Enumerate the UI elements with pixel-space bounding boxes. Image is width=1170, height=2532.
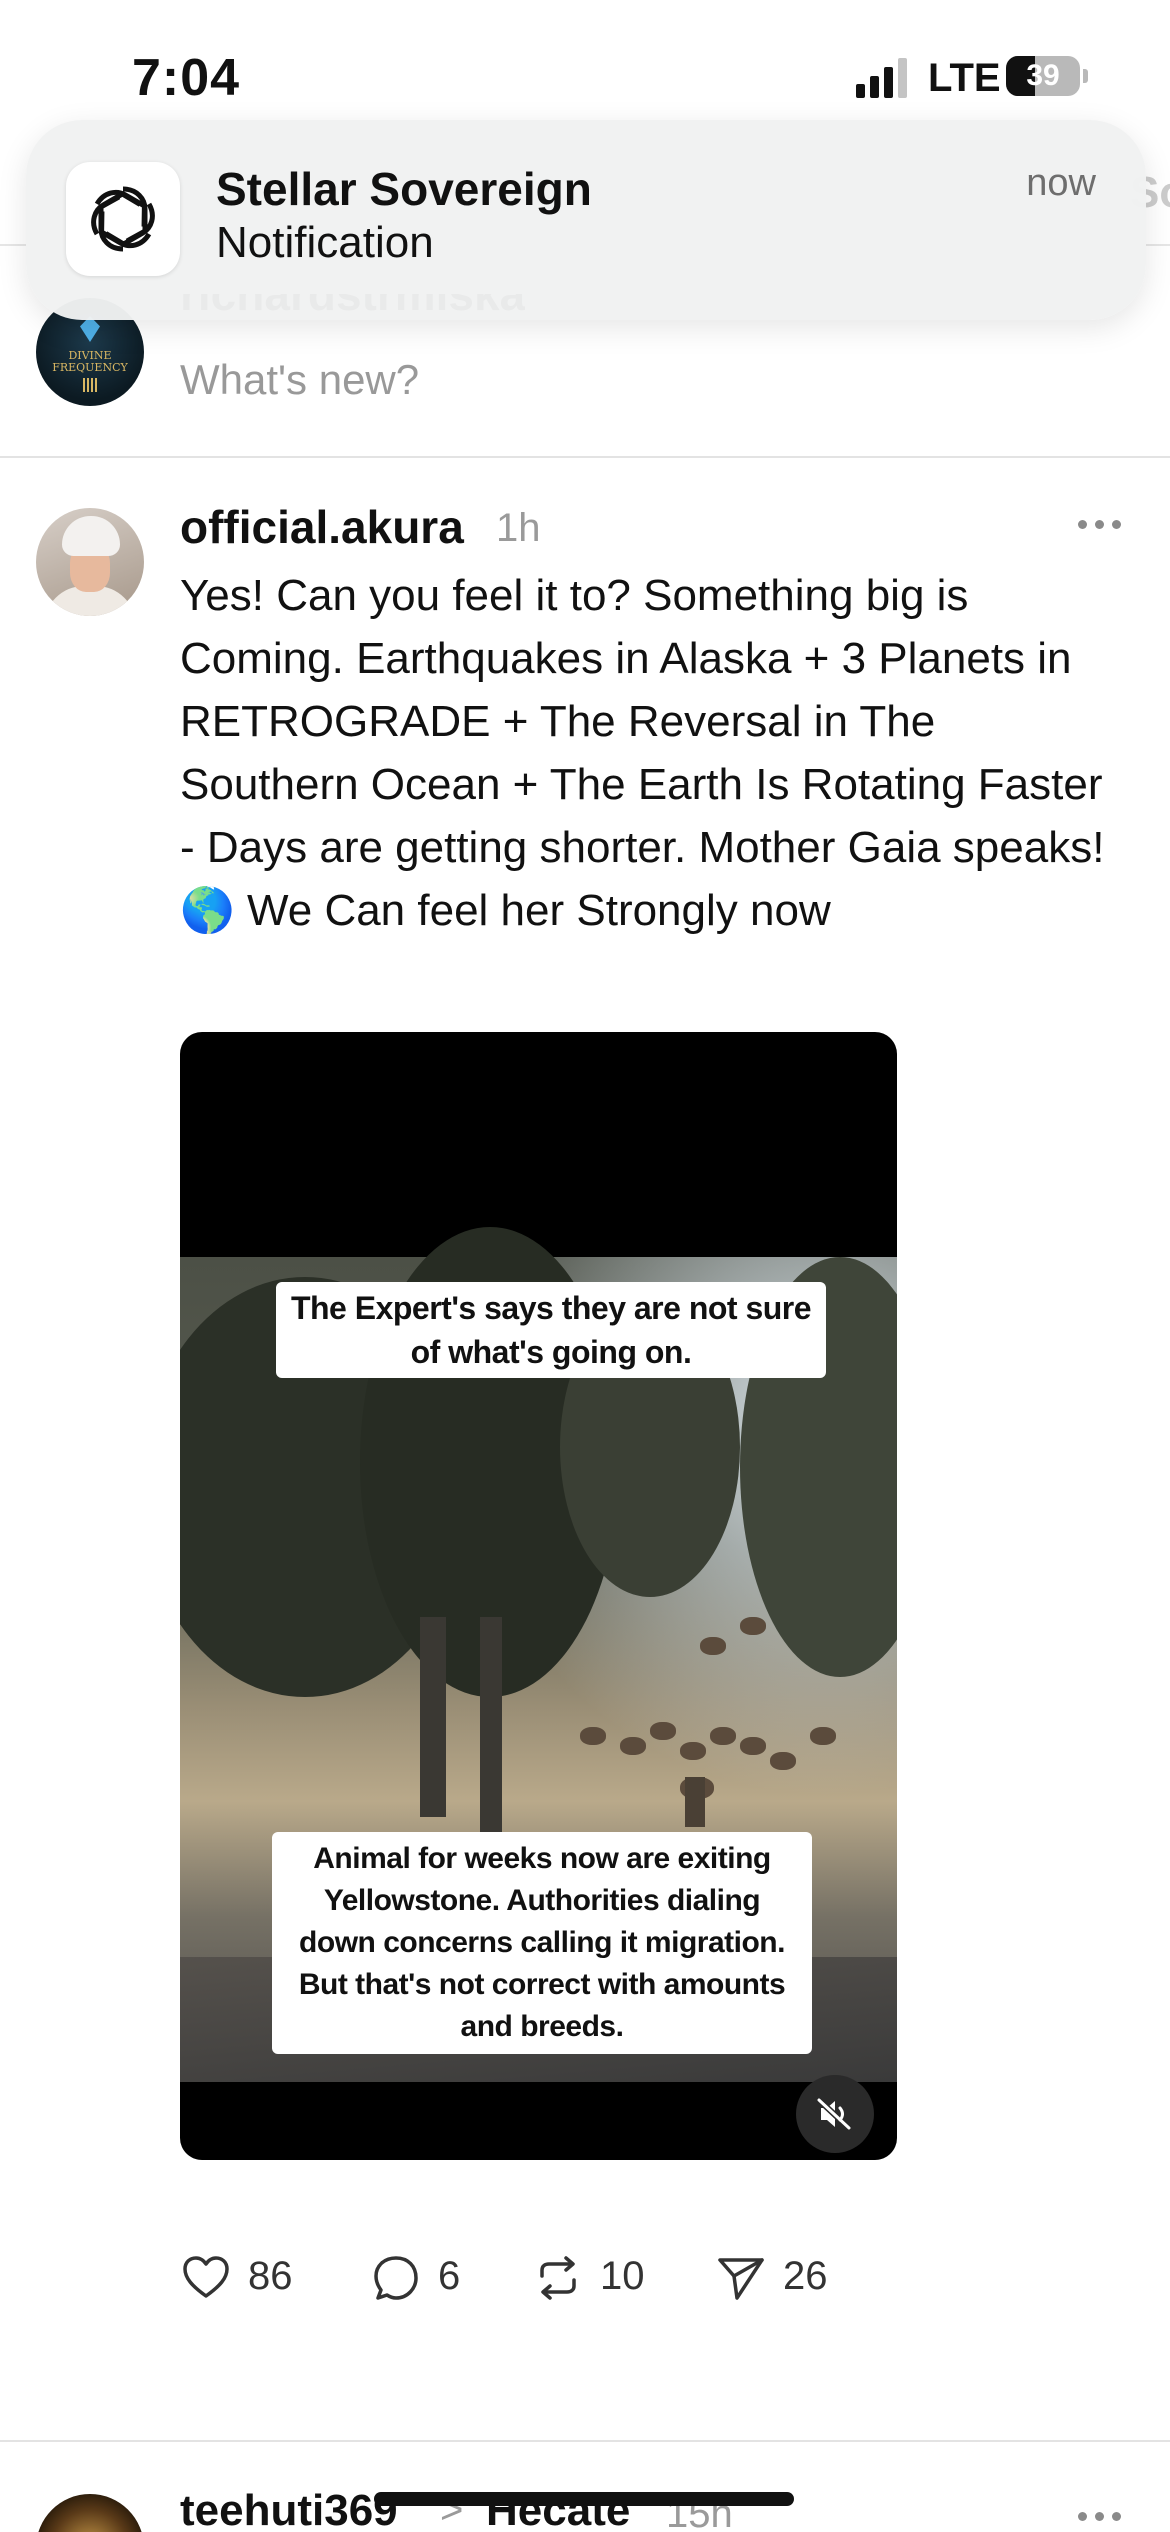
- battery-percent: 39: [1026, 59, 1060, 92]
- video-frame: The Expert's says they are not sure of w…: [180, 1227, 897, 2082]
- like-button[interactable]: 86: [180, 2246, 320, 2306]
- network-type: LTE: [928, 56, 1001, 100]
- avatar-logo-text: DIVINE FREQUENCY: [52, 349, 128, 374]
- post-text: Yes! Can you feel it to? Something big i…: [180, 571, 1117, 935]
- post-actions: 86 6 10 26: [180, 2246, 880, 2306]
- mute-button[interactable]: [796, 2075, 874, 2153]
- notification-time: now: [1026, 162, 1096, 204]
- notification-banner[interactable]: Stellar Sovereign Notification now: [26, 120, 1146, 320]
- post-username[interactable]: official.akura: [180, 500, 464, 554]
- home-indicator[interactable]: [374, 2492, 794, 2506]
- reply-button[interactable]: 6: [370, 2246, 480, 2306]
- post-video[interactable]: The Expert's says they are not sure of w…: [180, 1032, 897, 2160]
- post-time: 1h: [496, 506, 541, 550]
- more-options-icon[interactable]: [1076, 2510, 1124, 2524]
- next-post-avatar[interactable]: [36, 2494, 144, 2532]
- repost-icon: [540, 2256, 576, 2300]
- share-button[interactable]: 26: [715, 2246, 845, 2306]
- post-avatar[interactable]: [36, 508, 144, 616]
- repost-count: 10: [600, 2254, 645, 2298]
- next-post-username[interactable]: teehuti369: [180, 2486, 398, 2532]
- video-caption-bottom: Animal for weeks now are exiting Yellows…: [272, 1832, 812, 2054]
- video-caption-top: The Expert's says they are not sure of w…: [276, 1282, 826, 1378]
- speaker-muted-icon: [816, 2097, 852, 2131]
- like-count: 86: [248, 2254, 293, 2298]
- notification-title: Stellar Sovereign: [216, 163, 592, 215]
- openai-logo-icon: [66, 162, 180, 276]
- notification-body: Notification: [216, 218, 434, 267]
- cellular-signal-icon: [856, 58, 907, 98]
- qr-code-icon: [83, 378, 97, 392]
- more-options-icon[interactable]: [1076, 518, 1124, 532]
- status-time: 7:04: [132, 49, 241, 107]
- composer-input[interactable]: What's new?: [180, 356, 419, 404]
- next-post[interactable]: teehuti369 > Hecate 15h: [0, 2442, 1170, 2532]
- reply-count: 6: [438, 2254, 461, 2298]
- repost-button[interactable]: 10: [532, 2246, 662, 2306]
- comment-icon: [374, 2256, 418, 2300]
- post[interactable]: official.akura 1h Yes! Can you feel it t…: [0, 458, 1170, 2438]
- send-icon: [718, 2258, 764, 2300]
- share-count: 26: [783, 2254, 828, 2298]
- battery-icon: 39: [1006, 56, 1088, 96]
- heart-icon: [183, 2256, 229, 2298]
